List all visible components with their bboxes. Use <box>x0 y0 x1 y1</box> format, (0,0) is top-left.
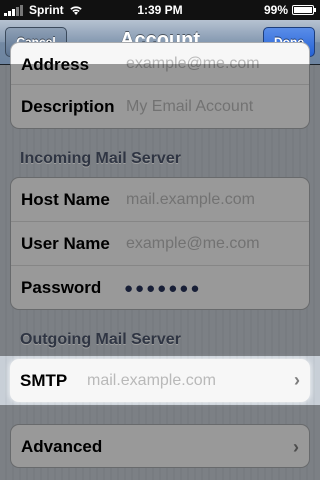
account-group: Address example@me.com Description My Em… <box>10 42 310 129</box>
advanced-row[interactable]: Advanced › <box>11 425 309 467</box>
description-row[interactable]: Description My Email Account <box>11 85 309 128</box>
password-label: Password <box>21 278 102 297</box>
user-name-field[interactable]: example@me.com <box>126 235 260 253</box>
description-field[interactable]: My Email Account <box>126 98 253 116</box>
status-bar: Sprint 1:39 PM 99% <box>0 0 320 20</box>
password-field[interactable]: ●●●●●●● <box>124 280 201 297</box>
status-right: 99% <box>263 3 316 17</box>
battery-icon <box>292 5 316 15</box>
smtp-row[interactable]: SMTP mail.example.com › <box>10 359 310 402</box>
description-label: Description <box>21 97 115 116</box>
password-row[interactable]: Password ●●●●●●● <box>11 266 309 309</box>
battery-fill <box>294 7 312 13</box>
smtp-server-value: mail.example.com <box>87 371 216 389</box>
chevron-right-icon: › <box>293 436 299 457</box>
host-name-field[interactable]: mail.example.com <box>126 191 255 209</box>
outgoing-group: SMTP mail.example.com › <box>10 359 310 402</box>
host-name-label: Host Name <box>21 189 110 209</box>
address-field[interactable]: example@me.com <box>126 55 260 73</box>
battery-percent: 99% <box>263 3 288 17</box>
screen: Sprint 1:39 PM 99% Cancel Account Done A… <box>0 0 320 480</box>
advanced-group: Advanced › <box>10 424 310 468</box>
incoming-group: Host Name mail.example.com User Name exa… <box>10 177 310 310</box>
host-name-row[interactable]: Host Name mail.example.com <box>11 178 309 222</box>
address-label: Address <box>21 55 90 74</box>
user-name-label: User Name <box>21 233 110 253</box>
incoming-section-title: Incoming Mail Server <box>20 150 181 167</box>
advanced-label: Advanced <box>21 437 103 456</box>
outgoing-section-title: Outgoing Mail Server <box>20 331 181 348</box>
smtp-label: SMTP <box>20 370 68 390</box>
chevron-right-icon: › <box>294 370 300 390</box>
user-name-row[interactable]: User Name example@me.com <box>11 222 309 266</box>
address-row[interactable]: Address example@me.com <box>11 43 309 85</box>
